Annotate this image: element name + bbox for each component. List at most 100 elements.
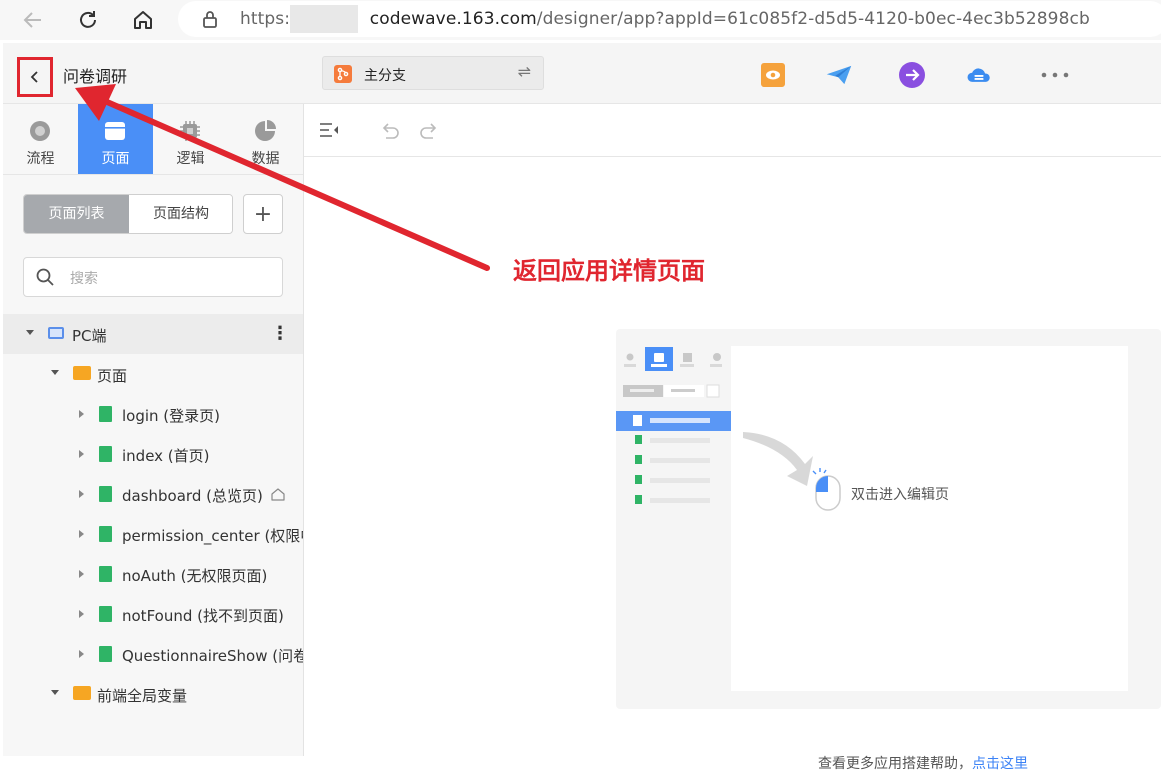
page-file-icon — [99, 406, 112, 422]
branch-icon — [334, 65, 352, 83]
back-button[interactable] — [17, 57, 53, 97]
tree-label-page: index (首页) — [122, 447, 210, 465]
tree-node-page[interactable]: login (登录页) — [3, 394, 303, 434]
app-header: 问卷调研 主分支 ⇌ — [3, 43, 1161, 104]
logic-icon — [180, 121, 200, 141]
caret-right-icon[interactable] — [79, 570, 84, 578]
tree-label-pc: PC端 — [72, 327, 107, 345]
address-bar[interactable]: https://codewave.163.com/designer/app?ap… — [178, 1, 1161, 37]
mini-canvas: 双击进入编辑页 — [731, 346, 1128, 691]
lock-icon — [203, 11, 217, 28]
canvas-toolbar — [304, 104, 1161, 157]
browser-toolbar: https://codewave.163.com/designer/app?ap… — [0, 0, 1161, 40]
reload-icon[interactable] — [74, 6, 102, 34]
caret-right-icon[interactable] — [79, 650, 84, 658]
tree-label-global-vars: 前端全局变量 — [97, 687, 188, 705]
page-file-icon — [99, 526, 112, 542]
design-canvas[interactable]: 双击进入编辑页 查看更多应用搭建帮助，点击这里 — [304, 157, 1161, 772]
page-structure-tab[interactable]: 页面结构 — [129, 195, 232, 233]
caret-down-icon[interactable] — [51, 690, 59, 695]
page-list-tab[interactable]: 页面列表 — [24, 195, 129, 233]
tree-node-page[interactable]: notFound (找不到页面) — [3, 594, 303, 634]
tree-label-page: permission_center (权限中 — [122, 527, 303, 545]
view-toggle: 页面列表 页面结构 — [23, 194, 233, 234]
redo-icon[interactable] — [418, 120, 440, 140]
tree-label-page: QuestionnaireShow (问卷 — [122, 647, 303, 665]
left-sidebar: 流程 页面 逻辑 数据 页面列表 页面结构 + 搜索 PC端 ⋮ 页面 logi… — [3, 104, 304, 756]
home-icon[interactable] — [129, 6, 157, 34]
tab-flow-label: 流程 — [26, 151, 55, 167]
tree-node-global-vars[interactable]: 前端全局变量 — [3, 674, 303, 714]
page-file-icon — [99, 646, 112, 662]
tree-node-page[interactable]: noAuth (无权限页面) — [3, 554, 303, 594]
redaction-box — [290, 5, 358, 33]
tree-node-page[interactable]: dashboard (总览页) — [3, 474, 303, 514]
double-click-hint: 双击进入编辑页 — [851, 487, 949, 503]
tab-logic-label: 逻辑 — [176, 151, 205, 167]
tree-label-page: notFound (找不到页面) — [122, 607, 284, 625]
chevron-left-icon — [30, 71, 38, 83]
switch-arrows-icon[interactable]: ⇌ — [518, 62, 531, 81]
tab-data-label: 数据 — [251, 151, 280, 167]
cloud-icon[interactable] — [966, 62, 992, 88]
url-path: /designer/app?appId=61c085f2-d5d5-4120-b… — [536, 9, 1090, 29]
caret-down-icon[interactable] — [51, 370, 59, 375]
browser-back-icon[interactable] — [19, 6, 47, 34]
tab-flow[interactable]: 流程 — [3, 104, 78, 174]
caret-right-icon[interactable] — [79, 450, 84, 458]
tree-node-page[interactable]: permission_center (权限中 — [3, 514, 303, 554]
monitor-icon — [48, 327, 64, 339]
tree-label-pages: 页面 — [97, 367, 128, 385]
branch-selector[interactable]: 主分支 ⇌ — [322, 56, 544, 90]
app-title: 问卷调研 — [63, 67, 128, 86]
url-domain: codewave.163.com — [369, 9, 537, 29]
branch-label: 主分支 — [364, 68, 406, 84]
url-text: https://codewave.163.com/designer/app?ap… — [240, 9, 1090, 29]
app-window: 问卷调研 主分支 ⇌ 流程 页面 逻辑 数据 页面列表 页面结构 + 搜索 PC… — [3, 43, 1161, 772]
page-file-icon — [99, 486, 112, 502]
caret-right-icon[interactable] — [79, 490, 84, 498]
tab-data[interactable]: 数据 — [228, 104, 303, 174]
tree-node-page[interactable]: QuestionnaireShow (问卷 — [3, 634, 303, 674]
caret-right-icon[interactable] — [79, 530, 84, 538]
search-input[interactable]: 搜索 — [23, 257, 283, 297]
empty-state-illustration: 双击进入编辑页 — [616, 329, 1161, 709]
help-text: 查看更多应用搭建帮助，点击这里 — [818, 753, 1028, 773]
home-page-icon — [271, 488, 285, 501]
tree-node-pc[interactable]: PC端 ⋮ — [3, 314, 303, 354]
caret-right-icon[interactable] — [79, 610, 84, 618]
data-icon — [255, 120, 276, 141]
add-page-button[interactable]: + — [243, 194, 283, 234]
more-vertical-icon[interactable]: ⋮ — [271, 323, 289, 344]
caret-down-icon[interactable] — [26, 330, 34, 335]
help-link[interactable]: 点击这里 — [972, 756, 1028, 772]
mouse-icon — [812, 468, 841, 511]
folder-icon — [73, 366, 91, 380]
tab-page-label: 页面 — [101, 151, 130, 167]
tree-label-page: login (登录页) — [122, 407, 221, 425]
tab-page[interactable]: 页面 — [78, 104, 153, 174]
preview-icon[interactable] — [760, 62, 786, 88]
tree-label-page: noAuth (无权限页面) — [122, 567, 268, 585]
search-placeholder: 搜索 — [70, 271, 98, 287]
undo-icon[interactable] — [379, 120, 401, 140]
tree-node-pages-folder[interactable]: 页面 — [3, 354, 303, 394]
search-icon — [36, 268, 54, 286]
tree-node-page[interactable]: index (首页) — [3, 434, 303, 474]
collapse-panel-icon[interactable] — [318, 120, 340, 140]
page-file-icon — [99, 606, 112, 622]
more-icon[interactable] — [1040, 62, 1070, 88]
caret-right-icon[interactable] — [79, 410, 84, 418]
publish-icon[interactable] — [826, 62, 852, 88]
divider — [3, 174, 303, 175]
help-text-prefix: 查看更多应用搭建帮助， — [818, 756, 972, 772]
mini-sidebar-illustration — [616, 347, 731, 504]
folder-icon — [73, 686, 91, 700]
tree-label-page: dashboard (总览页) — [122, 487, 263, 505]
annotation-callout: 返回应用详情页面 — [513, 257, 705, 285]
deploy-icon[interactable] — [899, 62, 925, 88]
tab-logic[interactable]: 逻辑 — [153, 104, 228, 174]
page-file-icon — [99, 566, 112, 582]
page-icon — [105, 122, 125, 140]
flow-icon — [30, 121, 50, 141]
